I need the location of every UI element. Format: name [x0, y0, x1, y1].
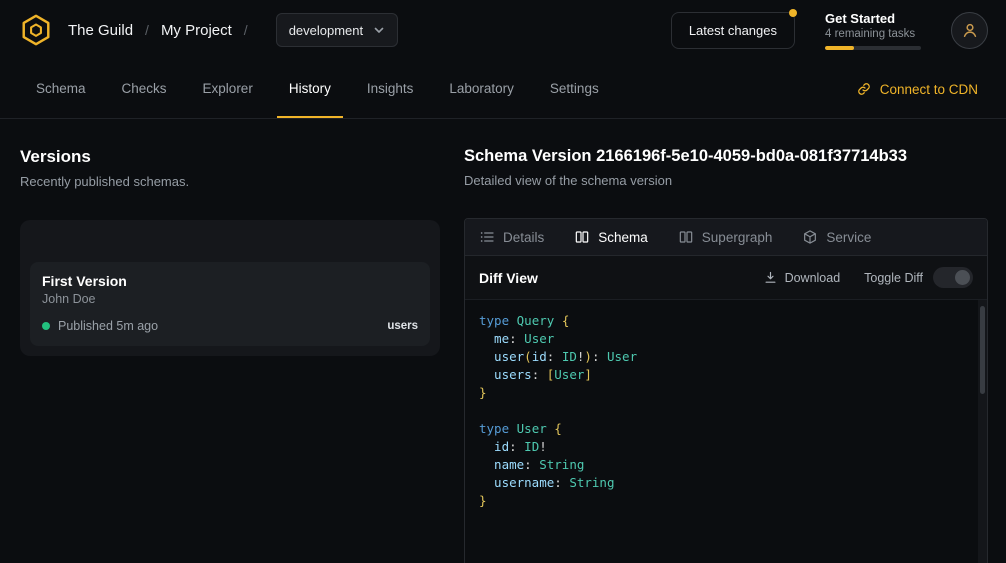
user-icon — [960, 20, 980, 40]
main-nav: Schema Checks Explorer History Insights … — [0, 60, 1006, 119]
version-service-badge: users — [387, 320, 418, 332]
environment-select-value: development — [289, 23, 363, 38]
get-started-title: Get Started — [825, 11, 921, 26]
tab-insights[interactable]: Insights — [355, 60, 426, 118]
columns-icon — [574, 229, 590, 245]
columns-icon — [678, 229, 694, 245]
download-icon — [763, 270, 778, 285]
diff-bar: Diff View Download Toggle Diff — [465, 256, 987, 300]
box-icon — [802, 229, 818, 245]
toggle-diff-label: Toggle Diff — [864, 271, 923, 285]
nav-tabs: Schema Checks Explorer History Insights … — [24, 60, 611, 118]
tab-laboratory[interactable]: Laboratory — [437, 60, 526, 118]
toggle-knob — [955, 270, 970, 285]
hive-logo[interactable] — [18, 12, 54, 48]
detail-tab-label: Supergraph — [702, 230, 773, 245]
tab-settings[interactable]: Settings — [538, 60, 611, 118]
version-status: Published 5m ago — [58, 319, 158, 333]
version-detail-panel: Schema Version 2166196f-5e10-4059-bd0a-0… — [464, 147, 988, 563]
version-name: First Version — [42, 273, 418, 289]
notification-dot — [789, 9, 797, 17]
get-started-progress-bar — [825, 46, 921, 50]
version-list-item[interactable]: First Version John Doe Published 5m ago … — [30, 262, 430, 346]
schema-code-viewer[interactable]: type Query { me: User user(id: ID!): Use… — [465, 300, 987, 563]
detail-tab-supergraph[interactable]: Supergraph — [678, 229, 773, 245]
version-detail-title: Schema Version 2166196f-5e10-4059-bd0a-0… — [464, 147, 988, 166]
tab-history[interactable]: History — [277, 60, 343, 118]
detail-tab-service[interactable]: Service — [802, 229, 871, 245]
environment-select[interactable]: development — [276, 13, 398, 47]
connect-to-cdn-link[interactable]: Connect to CDN — [856, 60, 978, 118]
diff-view-title: Diff View — [479, 270, 538, 286]
tab-explorer[interactable]: Explorer — [191, 60, 265, 118]
list-icon — [479, 229, 495, 245]
detail-tab-label: Details — [503, 230, 544, 245]
versions-subtitle: Recently published schemas. — [20, 174, 440, 189]
detail-tab-label: Schema — [598, 230, 648, 245]
versions-card: First Version John Doe Published 5m ago … — [20, 220, 440, 356]
published-status-dot — [42, 322, 50, 330]
detail-tabs: Details Schema Super — [465, 219, 987, 256]
latest-changes-button[interactable]: Latest changes — [671, 12, 795, 49]
detail-tab-schema[interactable]: Schema — [574, 229, 648, 245]
versions-panel: Versions Recently published schemas. Fir… — [20, 147, 440, 356]
code-content[interactable]: type Query { me: User user(id: ID!): Use… — [465, 300, 987, 522]
get-started-widget[interactable]: Get Started 4 remaining tasks — [825, 11, 921, 50]
tab-checks[interactable]: Checks — [110, 60, 179, 118]
breadcrumb-separator: / — [145, 22, 149, 38]
breadcrumb-org[interactable]: The Guild — [68, 22, 133, 39]
tab-schema[interactable]: Schema — [24, 60, 98, 118]
link-icon — [856, 81, 872, 97]
breadcrumb-separator: / — [244, 22, 248, 38]
download-label: Download — [785, 271, 841, 285]
download-button[interactable]: Download — [763, 270, 841, 285]
version-detail-subtitle: Detailed view of the schema version — [464, 173, 988, 188]
breadcrumb-project[interactable]: My Project — [161, 22, 232, 39]
avatar[interactable] — [951, 12, 988, 49]
detail-tab-label: Service — [826, 230, 871, 245]
main-content: Versions Recently published schemas. Fir… — [0, 119, 1006, 563]
scrollbar-thumb[interactable] — [980, 306, 985, 394]
latest-changes-label: Latest changes — [689, 23, 777, 38]
detail-tab-details[interactable]: Details — [479, 229, 544, 245]
app-window: The Guild / My Project / development Lat… — [0, 0, 1006, 563]
get-started-tasks: 4 remaining tasks — [825, 28, 921, 40]
top-bar: The Guild / My Project / development Lat… — [0, 0, 1006, 60]
versions-title: Versions — [20, 147, 440, 167]
hexagon-logo-icon — [19, 13, 53, 47]
chevron-down-icon — [373, 24, 385, 36]
connect-to-cdn-label: Connect to CDN — [880, 82, 978, 97]
get-started-progress-fill — [825, 46, 854, 50]
version-detail-box: Details Schema Super — [464, 218, 988, 563]
toggle-diff-switch[interactable] — [933, 267, 973, 288]
version-author: John Doe — [42, 292, 418, 306]
